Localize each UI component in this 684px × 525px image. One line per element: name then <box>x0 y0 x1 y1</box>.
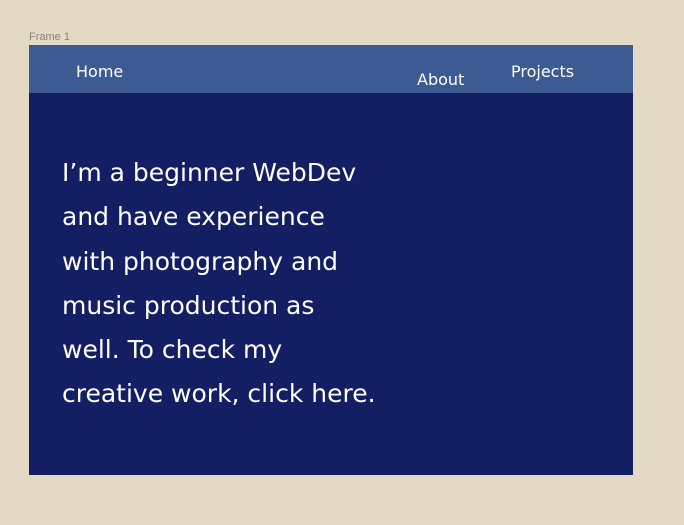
nav-link-projects[interactable]: Projects <box>511 62 574 82</box>
intro-line: music production as <box>62 290 315 320</box>
nav-link-home[interactable]: Home <box>76 62 123 82</box>
frame-label: Frame 1 <box>29 31 70 43</box>
intro-line: I’m a beginner WebDev <box>62 158 357 187</box>
intro-line: with photography and <box>62 246 339 276</box>
intro-line: and have experience <box>62 202 325 232</box>
intro-line-with-link[interactable]: creative work, click here. <box>62 372 442 416</box>
nav-link-about[interactable]: About <box>417 70 464 90</box>
intro-text: I’m a beginner WebDev and have experienc… <box>62 151 442 417</box>
navbar: Home About Projects <box>29 45 633 93</box>
intro-line: well. To check my <box>62 335 283 365</box>
frame: Home About Projects I’m a beginner WebDe… <box>29 45 633 475</box>
